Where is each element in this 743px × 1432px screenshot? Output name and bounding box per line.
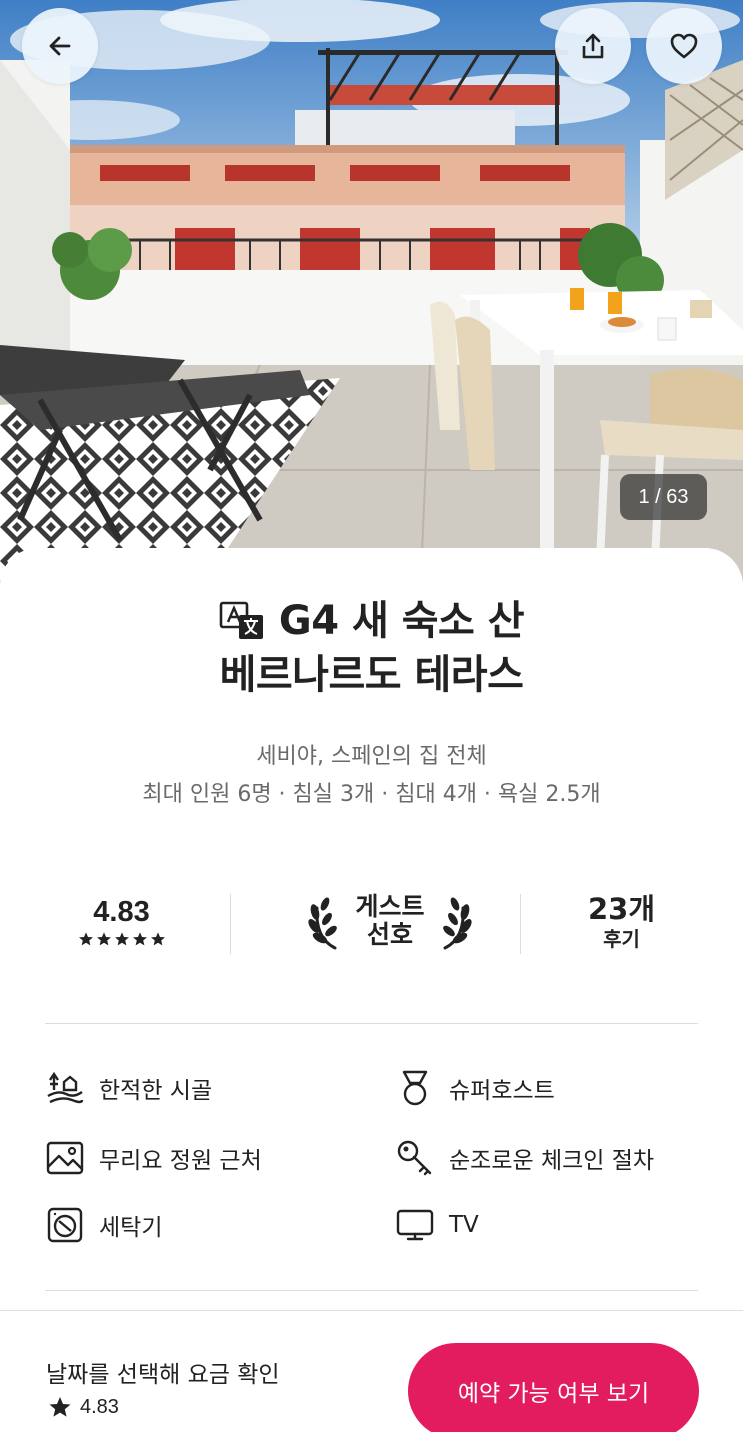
highlight-checkin: 순조로운 체크인 절차 bbox=[395, 1138, 654, 1178]
listing-title: G4 새 숙소 산 베르나르도 테라스 bbox=[0, 594, 743, 702]
arrow-left-icon bbox=[49, 36, 71, 56]
superhost-medal-icon bbox=[395, 1068, 435, 1108]
listing-summary: 세비야, 스페인의 집 전체 최대 인원 6명 · 침실 3개 · 침대 4개 … bbox=[0, 738, 743, 814]
check-availability-button[interactable]: 예약 가능 여부 보기 bbox=[408, 1343, 699, 1432]
title-line-2: 베르나르도 테라스 bbox=[219, 652, 524, 698]
stats-row[interactable]: 4.83 게스트 선호 23개 후기 bbox=[45, 886, 698, 956]
washer-icon bbox=[45, 1205, 85, 1245]
review-label: 후기 bbox=[603, 927, 640, 951]
booking-footer: 날짜를 선택해 요금 확인 4.83 예약 가능 여부 보기 bbox=[0, 1310, 743, 1432]
footer-rating: 4.83 bbox=[48, 1395, 119, 1419]
footer-rating-value: 4.83 bbox=[80, 1395, 119, 1418]
reviews-stat[interactable]: 23개 후기 bbox=[545, 886, 698, 956]
save-button[interactable] bbox=[646, 8, 722, 84]
rating-stat: 4.83 bbox=[45, 886, 198, 956]
share-icon bbox=[582, 33, 604, 59]
stats-divider bbox=[520, 894, 521, 954]
section-divider bbox=[45, 1023, 698, 1024]
location-text: 세비야, 스페인의 집 전체 bbox=[256, 744, 487, 769]
translate-icon[interactable] bbox=[219, 599, 267, 643]
highlight-label: 한적한 시골 bbox=[99, 1078, 213, 1104]
star-icon bbox=[49, 1397, 71, 1417]
photo-counter: 1 / 63 bbox=[620, 474, 707, 520]
highlight-nearby-garden: 무리요 정원 근처 bbox=[45, 1138, 262, 1178]
amenity-tv: TV bbox=[395, 1205, 479, 1245]
guest-favorite-line2: 선호 bbox=[366, 920, 413, 949]
laurel-right-icon bbox=[442, 897, 472, 950]
share-button[interactable] bbox=[555, 8, 631, 84]
title-line-1: G4 새 숙소 산 bbox=[278, 598, 525, 644]
star-icon bbox=[132, 932, 147, 946]
tv-icon bbox=[395, 1205, 435, 1245]
back-button[interactable] bbox=[22, 8, 98, 84]
key-icon bbox=[395, 1138, 435, 1178]
listing-photo[interactable]: 1 / 63 bbox=[0, 0, 743, 600]
price-prompt[interactable]: 날짜를 선택해 요금 확인 bbox=[46, 1355, 280, 1389]
star-icon bbox=[78, 932, 93, 946]
highlight-label: 순조로운 체크인 절차 bbox=[449, 1148, 655, 1174]
star-icon bbox=[150, 932, 165, 946]
stats-divider bbox=[230, 894, 231, 954]
star-rating bbox=[78, 931, 166, 947]
image-icon bbox=[45, 1138, 85, 1178]
highlight-superhost: 슈퍼호스트 bbox=[395, 1068, 555, 1108]
countryside-icon bbox=[45, 1068, 85, 1108]
guest-favorite-badge: 게스트 선호 bbox=[265, 886, 515, 956]
highlight-countryside: 한적한 시골 bbox=[45, 1068, 212, 1108]
guest-favorite-line1: 게스트 bbox=[355, 892, 425, 921]
amenity-label: TV bbox=[449, 1212, 479, 1238]
rating-value: 4.83 bbox=[93, 896, 150, 928]
highlight-label: 슈퍼호스트 bbox=[449, 1078, 555, 1104]
star-icon bbox=[114, 932, 129, 946]
review-count: 23개 bbox=[587, 892, 656, 926]
capacity-details: 최대 인원 6명 · 침실 3개 · 침대 4개 · 욕실 2.5개 bbox=[142, 782, 601, 807]
listing-details-sheet: G4 새 숙소 산 베르나르도 테라스 세비야, 스페인의 집 전체 최대 인원… bbox=[0, 548, 743, 1308]
laurel-left-icon bbox=[308, 897, 338, 950]
highlight-label: 무리요 정원 근처 bbox=[99, 1148, 262, 1174]
star-icon bbox=[96, 932, 111, 946]
section-divider bbox=[45, 1290, 698, 1291]
amenity-label: 세탁기 bbox=[99, 1215, 163, 1241]
heart-icon bbox=[670, 33, 698, 59]
amenity-washer: 세탁기 bbox=[45, 1205, 162, 1245]
